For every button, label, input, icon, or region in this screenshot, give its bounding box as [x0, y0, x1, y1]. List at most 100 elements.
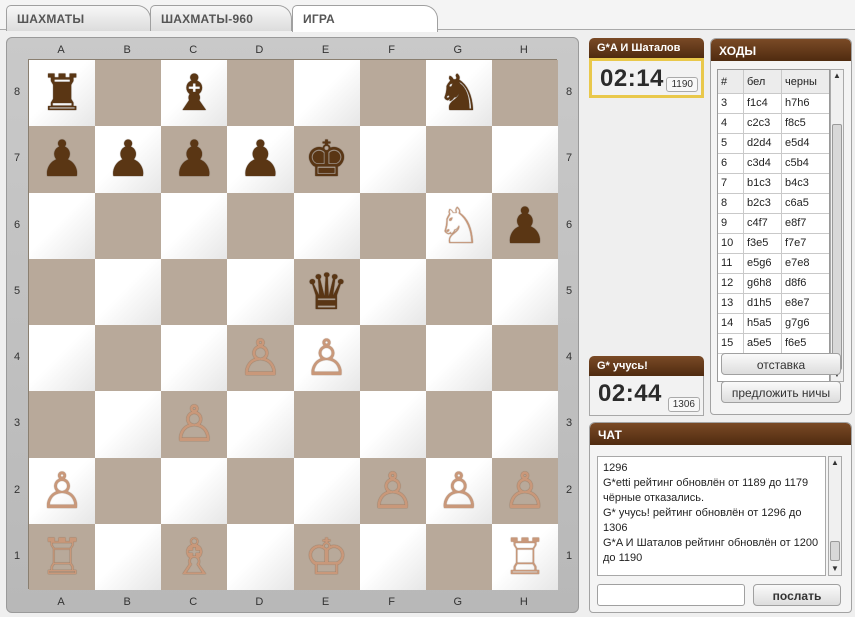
offer-draw-button[interactable]: предложить ничы: [721, 381, 841, 403]
square-f7[interactable]: [359, 126, 426, 193]
square-h3[interactable]: [491, 391, 558, 458]
chess-piece[interactable]: ♘: [436, 201, 481, 251]
square-e3[interactable]: [293, 391, 360, 458]
square-b5[interactable]: [95, 258, 162, 325]
tab-chess960[interactable]: ШАХМАТЫ-960: [150, 5, 292, 31]
chess-piece[interactable]: ♙: [172, 399, 217, 449]
square-e8[interactable]: [293, 60, 360, 127]
resign-button[interactable]: отставка: [721, 353, 841, 375]
square-g3[interactable]: [425, 391, 492, 458]
square-g6[interactable]: ♘: [425, 192, 492, 259]
square-h8[interactable]: [491, 60, 558, 127]
move-row[interactable]: 7 b1c3 b4c3: [718, 174, 829, 194]
square-h5[interactable]: [491, 258, 558, 325]
square-a8[interactable]: ♜: [29, 60, 96, 127]
square-d1[interactable]: [227, 523, 294, 590]
square-h7[interactable]: [491, 126, 558, 193]
square-f4[interactable]: [359, 325, 426, 392]
move-row[interactable]: 13 d1h5 e8e7: [718, 294, 829, 314]
chess-piece[interactable]: ♟: [172, 134, 217, 184]
square-a7[interactable]: ♟: [29, 126, 96, 193]
moves-scrollbar[interactable]: ▲ ▼: [830, 69, 844, 382]
square-a3[interactable]: [29, 391, 96, 458]
square-g8[interactable]: ♞: [425, 60, 492, 127]
square-f6[interactable]: [359, 192, 426, 259]
square-d4[interactable]: ♙: [227, 325, 294, 392]
square-f3[interactable]: [359, 391, 426, 458]
square-f1[interactable]: [359, 523, 426, 590]
square-c5[interactable]: [161, 258, 228, 325]
square-a5[interactable]: [29, 258, 96, 325]
chess-piece[interactable]: ♙: [238, 333, 283, 383]
square-c4[interactable]: [161, 325, 228, 392]
square-g4[interactable]: [425, 325, 492, 392]
square-f8[interactable]: [359, 60, 426, 127]
move-row[interactable]: 10 f3e5 f7e7: [718, 234, 829, 254]
chess-piece[interactable]: ♜: [40, 68, 85, 118]
square-e6[interactable]: [293, 192, 360, 259]
square-e2[interactable]: [293, 457, 360, 524]
square-a4[interactable]: [29, 325, 96, 392]
chess-piece[interactable]: ♟: [106, 134, 151, 184]
square-b4[interactable]: [95, 325, 162, 392]
square-b7[interactable]: ♟: [95, 126, 162, 193]
square-c7[interactable]: ♟: [161, 126, 228, 193]
square-a1[interactable]: ♖: [29, 523, 96, 590]
square-g5[interactable]: [425, 258, 492, 325]
chess-piece[interactable]: ♟: [238, 134, 283, 184]
square-e4[interactable]: ♙: [293, 325, 360, 392]
scroll-down-icon[interactable]: ▼: [829, 563, 841, 575]
square-b2[interactable]: [95, 457, 162, 524]
scroll-up-icon[interactable]: ▲: [829, 457, 841, 469]
moves-scroll-thumb[interactable]: [832, 124, 842, 370]
chess-piece[interactable]: ♚: [304, 134, 349, 184]
square-a6[interactable]: [29, 192, 96, 259]
chess-piece[interactable]: ♙: [304, 333, 349, 383]
move-row[interactable]: 12 g6h8 d8f6: [718, 274, 829, 294]
move-row[interactable]: 4 c2c3 f8c5: [718, 114, 829, 134]
chess-piece[interactable]: ♖: [503, 532, 548, 582]
chat-input[interactable]: [597, 584, 745, 606]
square-f2[interactable]: ♙: [359, 457, 426, 524]
square-d5[interactable]: [227, 258, 294, 325]
square-c3[interactable]: ♙: [161, 391, 228, 458]
square-d7[interactable]: ♟: [227, 126, 294, 193]
square-c1[interactable]: ♗: [161, 523, 228, 590]
chess-piece[interactable]: ♖: [40, 532, 85, 582]
chess-piece[interactable]: ♝: [172, 68, 217, 118]
square-h4[interactable]: [491, 325, 558, 392]
move-row[interactable]: 15 a5e5 f6e5: [718, 334, 829, 354]
tab-game[interactable]: ИГРА: [292, 5, 438, 32]
square-h6[interactable]: ♟: [491, 192, 558, 259]
square-b6[interactable]: [95, 192, 162, 259]
move-row[interactable]: 6 c3d4 c5b4: [718, 154, 829, 174]
square-c8[interactable]: ♝: [161, 60, 228, 127]
square-d3[interactable]: [227, 391, 294, 458]
square-h2[interactable]: ♙: [491, 457, 558, 524]
chess-piece[interactable]: ♟: [503, 201, 548, 251]
chess-piece[interactable]: ♙: [370, 466, 415, 516]
square-e7[interactable]: ♚: [293, 126, 360, 193]
square-c6[interactable]: [161, 192, 228, 259]
chat-scrollbar[interactable]: ▲ ▼: [828, 456, 842, 576]
chess-piece[interactable]: ♙: [40, 466, 85, 516]
move-row[interactable]: 8 b2c3 c6a5: [718, 194, 829, 214]
square-b8[interactable]: [95, 60, 162, 127]
square-f5[interactable]: [359, 258, 426, 325]
move-row[interactable]: 3 f1c4 h7h6: [718, 94, 829, 114]
square-b3[interactable]: [95, 391, 162, 458]
square-g1[interactable]: [425, 523, 492, 590]
chess-piece[interactable]: ♙: [436, 466, 481, 516]
chess-piece[interactable]: ♛: [304, 267, 349, 317]
move-row[interactable]: 14 h5a5 g7g6: [718, 314, 829, 334]
chat-scroll-thumb[interactable]: [830, 541, 840, 561]
square-d6[interactable]: [227, 192, 294, 259]
chess-piece[interactable]: ♟: [40, 134, 85, 184]
square-b1[interactable]: [95, 523, 162, 590]
square-e1[interactable]: ♔: [293, 523, 360, 590]
chess-piece[interactable]: ♗: [172, 532, 217, 582]
move-row[interactable]: 5 d2d4 e5d4: [718, 134, 829, 154]
scroll-up-icon[interactable]: ▲: [831, 70, 843, 82]
square-d2[interactable]: [227, 457, 294, 524]
chess-piece[interactable]: ♞: [436, 68, 481, 118]
